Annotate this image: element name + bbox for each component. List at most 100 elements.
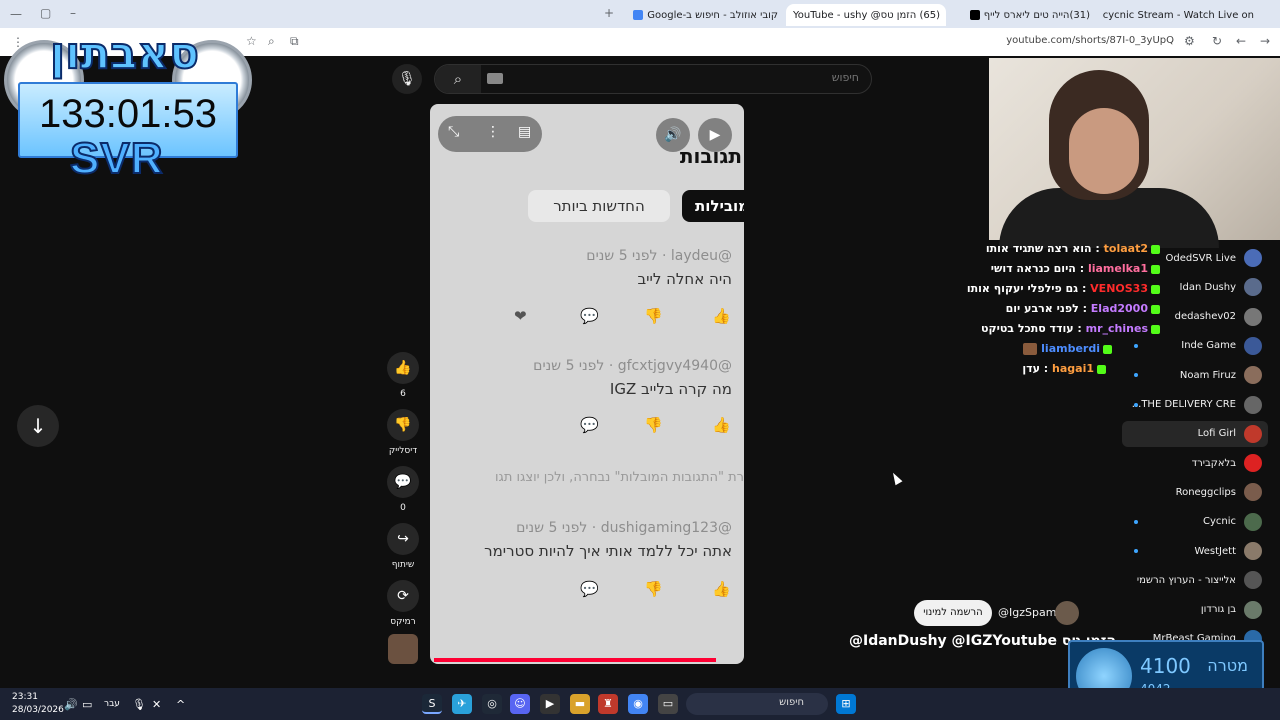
sidebar-subscription-item[interactable]: Inde Game [1122,333,1268,359]
sidebar-subscription-item[interactable]: בלאקבירד [1122,450,1268,476]
tab-youtube-active[interactable]: (65) הזמן טס@ YouTube - ushy [786,4,946,26]
tab-tiktok[interactable]: (31)הייה טים ליארס לייף [948,4,1096,26]
scroll-down-button[interactable]: ↓ [17,405,59,447]
search-input[interactable] [559,71,859,84]
sidebar-subscription-item[interactable]: Idan Dushy [1122,274,1268,300]
sidebar-subscription-item[interactable]: Roneggclips [1122,479,1268,505]
sidebar-subscription-item[interactable]: Noam Firuz [1122,362,1268,388]
subscription-avatar [1244,307,1262,326]
like-button[interactable]: 👍 [387,352,419,384]
like-icon[interactable]: 👍 [712,416,731,434]
chat-text: עודד סתכל בטיקט [981,322,1074,335]
tab-label: cycnic Stream - Watch Live on [1102,9,1254,21]
comment-author[interactable]: @gfcxtjgvy4940 [618,358,732,374]
channel-avatar[interactable] [388,634,418,664]
sidebar-subscription-item[interactable]: OdedSVR Live [1122,245,1268,271]
language-indicator[interactable]: עבר [104,699,120,709]
tab-cycnic[interactable]: cycnic Stream - Watch Live on [1100,4,1260,26]
notifications-muted-icon[interactable]: ✕ [152,698,161,711]
subscription-name: WestJett [1194,545,1236,557]
comments-button[interactable]: 💬 [387,466,419,498]
windows-start-icon[interactable]: ⊞ [836,694,856,714]
sidebar-subscription-item[interactable]: אלייצור - הערוץ הרשמי [1122,567,1268,593]
taskbar-search[interactable]: חיפוש [686,693,828,715]
app-window-icon[interactable]: ▭ [658,694,678,714]
comment-meta: @dushigaming123 · לפני 5 שנים [516,520,732,536]
new-tab-icon[interactable]: + [604,6,614,20]
tab-google[interactable]: קובי אוזולב - חיפוש ב-Google [624,4,784,26]
subscription-avatar [1244,600,1262,619]
comment-author[interactable]: @dushigaming123 [601,520,732,536]
forward-icon[interactable]: → [1260,34,1270,48]
dislike-icon[interactable]: 👎 [644,580,663,598]
media-player-icon[interactable]: ▶ [540,694,560,714]
reply-icon[interactable]: 💬 [580,580,599,598]
chat-text: היום כנראה דושי [990,262,1076,275]
channel-handle-avatar[interactable] [1055,601,1079,625]
sidebar-subscription-item[interactable]: Cycnic [1122,509,1268,535]
tab-top-comments[interactable]: מובילות [682,190,744,222]
clock-time[interactable]: 23:31 [12,692,38,702]
like-icon[interactable]: 👍 [712,307,731,325]
app-icon[interactable]: ♜ [598,694,618,714]
discord-icon[interactable]: ☺ [510,694,530,714]
emote-icon [1023,343,1038,355]
steam-icon[interactable]: S [422,694,442,714]
back-icon[interactable]: ← [1236,34,1246,48]
restore-window-icon[interactable]: ▢ [40,6,51,20]
goal-target: 4100 [1140,654,1191,678]
sidebar-subscription-item[interactable]: Lofi Girl [1122,420,1268,447]
video-progress-bar[interactable] [434,658,716,662]
subscription-name: Noam Firuz [1179,369,1236,381]
voice-search-button[interactable]: 🎙 [392,64,422,94]
comment-text: אתה יכל ללמד אותי איך להיות סטרימר [484,542,732,560]
keyboard-icon[interactable] [487,73,503,84]
network-icon[interactable]: ▭ [82,698,92,711]
telegram-icon[interactable]: ✈ [452,694,472,714]
obs-icon[interactable]: ◎ [482,694,502,714]
search-button[interactable]: ⌕ [435,65,481,93]
remix-button[interactable]: ⟳ [387,580,419,612]
share-button[interactable]: ↪ [387,523,419,555]
comments-notice: רת "התגובות המובלות" נבחרה, ולכן יוצגו ת… [494,470,744,485]
chrome-icon[interactable]: ◉ [628,694,648,714]
close-window-icon[interactable]: – [70,6,76,20]
install-app-icon[interactable]: ⧉ [290,34,299,49]
sidebar-subscription-item[interactable]: THE DELIVERY CRE... [1122,392,1268,418]
clock-date[interactable]: 28/03/2026 [12,705,64,715]
sidebar-subscription-item[interactable]: WestJett [1122,538,1268,564]
shorts-player[interactable]: ⤡ ⋮ ▤ 🔊 ▶ תגובות מובילות החדשות ביותר @l… [430,104,744,664]
fullscreen-icon[interactable]: ⤡ [448,124,459,140]
new-content-dot [1134,519,1138,524]
zoom-icon[interactable]: ⌕ [268,34,275,49]
comment-time: לפני 5 שנים [533,358,605,374]
reply-icon[interactable]: 💬 [580,416,599,434]
brand-text: SVR [69,133,164,184]
site-settings-icon[interactable]: ⚙ [1184,34,1195,48]
subscribe-button[interactable]: הרשמה למינוי [914,600,992,626]
minimize-window-icon[interactable]: — [10,7,22,21]
url-text[interactable]: youtube.com/shorts/87I-0_3yUpQ [1006,35,1174,46]
reply-icon[interactable]: 💬 [580,307,599,325]
channel-handle[interactable]: @IgzSpam [998,606,1056,619]
dislike-icon[interactable]: 👎 [644,307,663,325]
more-options-icon[interactable]: ⋮ [486,124,500,140]
tray-expand-icon[interactable]: ^ [176,698,185,711]
file-explorer-icon[interactable]: ▬ [570,694,590,714]
mic-icon[interactable]: 🎙 [132,698,146,711]
captions-icon[interactable]: ▤ [518,124,531,140]
bookmark-star-icon[interactable]: ☆ [246,34,257,48]
comment-meta: @laydeu · לפני 5 שנים [586,248,732,264]
subscription-avatar [1244,483,1262,502]
dislike-button[interactable]: 👎 [387,409,419,441]
search-bar: ⌕ [434,64,872,94]
comment-author[interactable]: @laydeu [671,248,732,264]
like-icon[interactable]: 👍 [712,580,731,598]
tab-newest-comments[interactable]: החדשות ביותר [528,190,670,222]
dislike-icon[interactable]: 👎 [644,416,663,434]
sidebar-subscription-item[interactable]: בן גורדון [1122,597,1268,623]
sidebar-subscription-item[interactable]: dedashev02 [1122,304,1268,330]
reload-icon[interactable]: ↻ [1212,34,1222,48]
subscription-avatar [1244,424,1262,443]
volume-icon[interactable]: 🔊 [64,698,78,711]
